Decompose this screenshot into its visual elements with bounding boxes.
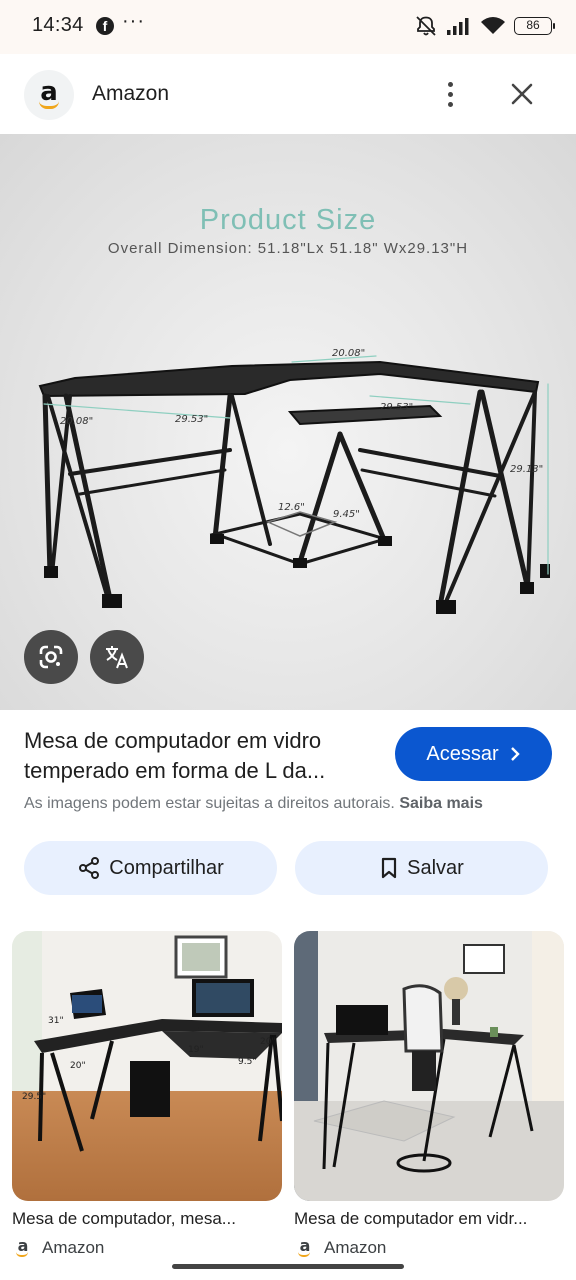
signal-icon <box>447 18 469 35</box>
more-vert-icon <box>447 81 453 87</box>
clock: 14:34 <box>32 14 84 36</box>
dim-height: 29.13" <box>510 464 543 475</box>
dim-label: 20" <box>260 1037 276 1047</box>
copyright-notice: As imagens podem estar sujeitas a direit… <box>24 795 483 813</box>
related-thumbnail[interactable]: 31" 31" 20" 19" 29.5" 9.5" 20" <box>12 931 282 1201</box>
dim-tower-depth: 9.45" <box>333 509 360 520</box>
wifi-icon <box>481 17 505 34</box>
related-source[interactable]: a Amazon <box>294 1237 564 1259</box>
facebook-icon: f <box>96 17 114 35</box>
dim-label: 31" <box>194 1024 210 1034</box>
google-lens-icon <box>39 645 63 669</box>
dim-label: 29.5" <box>22 1092 46 1102</box>
visit-button-label: Acessar <box>426 742 499 765</box>
more-options-button[interactable] <box>434 78 466 110</box>
related-source[interactable]: a Amazon <box>12 1237 282 1259</box>
related-card[interactable]: 31" 31" 20" 19" 29.5" 9.5" 20" Mesa de c… <box>12 931 282 1259</box>
source-header: a Amazon <box>0 54 576 134</box>
dim-label: 20" <box>70 1061 86 1071</box>
related-desk-photo-2 <box>294 931 564 1201</box>
product-image[interactable]: Product Size Overall Dimension: 51.18"Lx… <box>0 134 576 710</box>
desk-illustration: 20.08" 20.08" 29.53" 29.53" 29.13" 12.6"… <box>38 348 550 614</box>
dim-left-length: 29.53" <box>175 414 208 425</box>
amazon-logo-icon[interactable]: a <box>24 70 74 120</box>
dim-top-depth: 20.08" <box>332 348 365 359</box>
more-vert-icon <box>447 91 453 97</box>
translate-button[interactable] <box>90 630 144 684</box>
amazon-logo-icon: a <box>294 1237 316 1259</box>
more-vert-icon <box>447 101 453 107</box>
dim-label: 9.5" <box>238 1057 256 1067</box>
related-title[interactable]: Mesa de computador, mesa... <box>12 1209 282 1229</box>
amazon-logo-icon: a <box>12 1237 34 1259</box>
share-icon <box>79 857 100 879</box>
share-label: Compartilhar <box>109 856 224 879</box>
save-button[interactable]: Salvar <box>295 841 548 895</box>
site-name[interactable]: Amazon <box>92 82 169 106</box>
chevron-right-icon <box>510 747 520 761</box>
dim-label: 19" <box>188 1045 204 1055</box>
status-bar: 14:34 f ··· 86 <box>0 0 576 54</box>
bookmark-icon <box>382 857 397 879</box>
copyright-text: As imagens podem estar sujeitas a direit… <box>24 795 395 812</box>
mute-icon <box>416 16 436 36</box>
related-title[interactable]: Mesa de computador em vidr... <box>294 1209 564 1229</box>
dim-tower-width: 12.6" <box>278 502 305 513</box>
result-title[interactable]: Mesa de computador em vidro temperado em… <box>24 726 384 786</box>
share-button[interactable]: Compartilhar <box>24 841 277 895</box>
battery-icon: 86 <box>514 17 555 35</box>
learn-more-link[interactable]: Saiba mais <box>399 795 483 812</box>
related-source-name: Amazon <box>324 1238 387 1257</box>
dim-left-depth: 20.08" <box>60 416 93 427</box>
related-source-name: Amazon <box>42 1238 105 1257</box>
visit-button[interactable]: Acessar <box>395 727 552 781</box>
more-notifications-icon: ··· <box>122 10 145 32</box>
google-lens-button[interactable] <box>24 630 78 684</box>
related-desk-photo-1: 31" 31" 20" 19" 29.5" 9.5" 20" <box>12 931 282 1201</box>
translate-icon <box>106 646 128 669</box>
related-card[interactable]: Mesa de computador em vidr... a Amazon <box>294 931 564 1259</box>
amazon-smile <box>39 101 59 109</box>
dim-right-length: 29.53" <box>380 402 413 413</box>
gesture-nav-handle[interactable] <box>172 1264 404 1269</box>
close-icon[interactable] <box>506 78 538 110</box>
dim-label: 31" <box>48 1016 64 1026</box>
related-thumbnail[interactable] <box>294 931 564 1201</box>
save-label: Salvar <box>407 856 464 879</box>
